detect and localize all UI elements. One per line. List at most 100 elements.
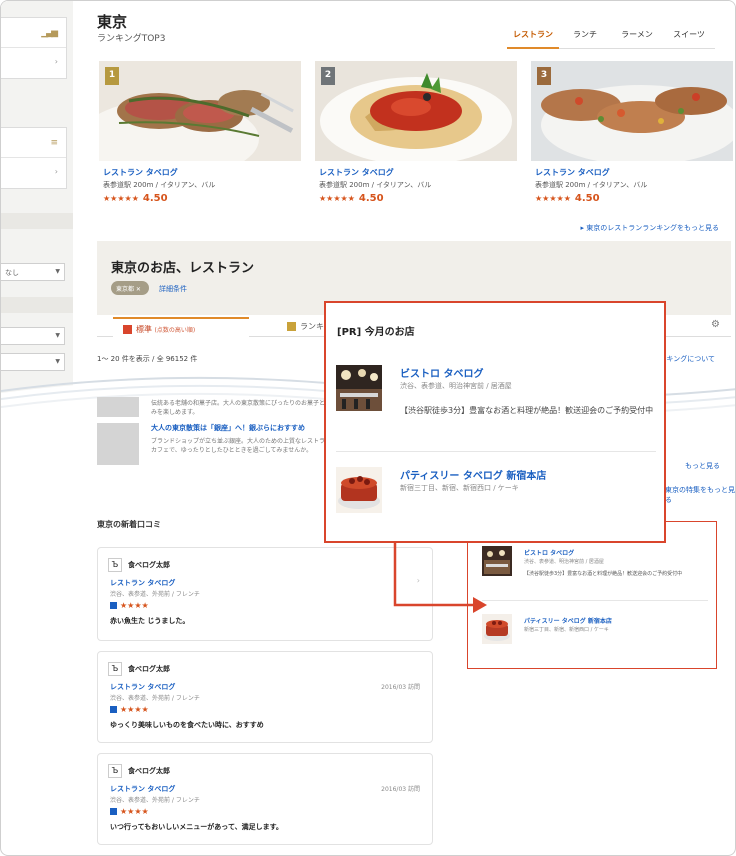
pr-box-small: ビストロ タベログ 渋谷、表参道、明治神宮前 / 居酒屋 【渋谷駅徒歩3分】豊富… <box>467 521 717 669</box>
check-icon <box>110 602 117 609</box>
sidebar-select-value: なし <box>5 269 19 277</box>
sidebar-select[interactable]: ▼ <box>1 327 65 345</box>
review-rating: ★★★★ <box>110 601 149 610</box>
pr-item-desc: 【渋谷駅徒歩3分】豊富なお酒と料理が絶品！歓送迎会のご予約受付中 <box>400 406 654 415</box>
ranking-cards: 1 レストラン タベログ 表参道駅 200m / イタリアン、バル ★★★★★ 4… <box>99 61 733 211</box>
star-rating-icon: ★★★★ <box>120 705 149 714</box>
list-item-title[interactable]: 大人の東京散策は「銀座」へ！銀ぶらにおすすめ <box>151 423 305 433</box>
review-shop[interactable]: レストラン タベログ <box>110 784 175 794</box>
thumbnail <box>97 423 139 465</box>
sidebar-box-2: ≡ › <box>1 127 67 189</box>
food-photo[interactable]: 1 <box>99 61 301 161</box>
restaurant-meta: 表参道駅 200m / イタリアン、バル <box>103 181 216 189</box>
sidebar-select[interactable]: ▼ <box>1 353 65 371</box>
filter-pill[interactable]: 東京都 ✕ <box>111 281 149 295</box>
food-photo[interactable]: 2 <box>315 61 517 161</box>
sidebar-row[interactable]: › <box>1 158 66 188</box>
more-ranking-link[interactable]: ▸ 東京のレストランランキングをもっと見る <box>580 223 719 233</box>
pr-small-name[interactable]: ビストロ タベログ <box>524 548 574 557</box>
ranking-card[interactable]: 3 レストラン タベログ 表参道駅 200m / イタリアン、バル ★★★★★ 4… <box>531 61 733 211</box>
rank-badge: 3 <box>537 67 551 85</box>
review-shop[interactable]: レストラン タベログ <box>110 578 175 588</box>
sidebar-band <box>1 213 73 229</box>
gear-icon[interactable]: ⚙ <box>711 319 720 330</box>
tab-standard-label: 標準 <box>136 325 152 334</box>
review-user[interactable]: 食べログ太郎 <box>128 560 170 570</box>
sidebar-select[interactable]: なし ▼ <box>1 263 65 281</box>
star-rating-icon: ★★★★★ <box>103 194 139 203</box>
rating: ★★★★★ 4.50 <box>535 193 600 204</box>
page-frame: ▁▃▅ › ≡ › なし ▼ ▼ ▼ 東京 ランキングTOP3 レストラン ラン… <box>0 0 736 856</box>
sidebar-band <box>1 297 73 313</box>
star-rating-icon: ★★★★ <box>120 601 149 610</box>
chevron-down-icon: ▼ <box>55 268 60 275</box>
star-rating-icon: ★★★★★ <box>319 194 355 203</box>
ranking-icon <box>287 322 296 331</box>
rating-score: 4.50 <box>358 193 384 204</box>
rank-badge: 2 <box>321 67 335 85</box>
rating-score: 4.50 <box>574 193 600 204</box>
sidebar-box-1: ▁▃▅ › <box>1 17 67 79</box>
sidebar: ▁▃▅ › ≡ › なし ▼ ▼ ▼ <box>1 1 73 393</box>
pr-item-name[interactable]: パティスリー タベログ 新宿本店 <box>400 467 546 482</box>
review-card[interactable]: Ъ 食べログ太郎 レストラン タベログ 渋谷、表参道、外苑前 / フレンチ › … <box>97 547 433 641</box>
shop-section-title: 東京のお店、レストラン <box>111 261 255 276</box>
tab-standard[interactable]: 標準 (点数の高い順) <box>113 317 249 337</box>
ranking-card[interactable]: 2 レストラン タベログ 表参道駅 200m / イタリアン、バル ★★★★★ 4… <box>315 61 517 211</box>
chevron-down-icon: ▼ <box>55 358 60 365</box>
restaurant-meta: 表参道駅 200m / イタリアン、バル <box>319 181 432 189</box>
review-card[interactable]: Ъ 食べログ太郎 レストラン タベログ 渋谷、表参道、外苑前 / フレンチ 20… <box>97 753 433 845</box>
avatar: Ъ <box>108 764 122 778</box>
restaurant-name[interactable]: レストラン タベログ <box>103 167 178 178</box>
restaurant-name[interactable]: レストラン タベログ <box>319 167 394 178</box>
chevron-right-icon: › <box>54 167 58 176</box>
star-rating-icon: ★★★★ <box>120 807 149 816</box>
category-tabs: レストラン ランチ ラーメン スイーツ <box>507 29 715 49</box>
reviews-heading: 東京の新着口コミ <box>97 520 161 529</box>
pr-item-meta: 新宿三丁目、新宿、新宿西口 / ケーキ <box>400 484 519 492</box>
cake-photo <box>336 467 382 513</box>
review-date: 2016/03 訪問 <box>381 684 420 691</box>
pr-small-name[interactable]: パティスリー タベログ 新宿本店 <box>524 616 612 625</box>
restaurant-name[interactable]: レストラン タベログ <box>535 167 610 178</box>
review-user[interactable]: 食べログ太郎 <box>128 664 170 674</box>
review-shop[interactable]: レストラン タベログ <box>110 682 175 692</box>
more-link[interactable]: もっと見る <box>685 461 720 471</box>
review-area: 渋谷、表参道、外苑前 / フレンチ <box>110 797 200 804</box>
review-rating: ★★★★ <box>110 705 149 714</box>
review-rating: ★★★★ <box>110 807 149 816</box>
pr-item-meta: 渋谷、表参道、明治神宮前 / 居酒屋 <box>400 382 512 390</box>
review-card[interactable]: Ъ 食べログ太郎 レストラン タベログ 渋谷、表参道、外苑前 / フレンチ 20… <box>97 651 433 743</box>
pr-popup: [PR] 今月のお店 ビストロ タベログ 渋谷、表参道、明治神宮前 / 居酒屋 … <box>324 301 666 543</box>
standard-icon <box>123 325 132 334</box>
rank-badge: 1 <box>105 67 119 85</box>
divider <box>482 600 708 601</box>
tab-restaurant[interactable]: レストラン <box>507 29 559 49</box>
review-user[interactable]: 食べログ太郎 <box>128 766 170 776</box>
review-text: ゆっくり美味しいものを食べたい時に、おすすめ <box>110 721 264 729</box>
tab-sweets[interactable]: スイーツ <box>663 29 715 49</box>
detail-conditions-link[interactable]: 詳細条件 <box>159 284 187 294</box>
rating: ★★★★★ 4.50 <box>319 193 384 204</box>
tab-ramen[interactable]: ラーメン <box>611 29 663 49</box>
list-item-text: ブランドショップが立ち並ぶ銀座。大人のための上質なレストランやカフェで、ゆったり… <box>151 438 338 454</box>
review-area: 渋谷、表参道、外苑前 / フレンチ <box>110 591 200 598</box>
restaurant-meta: 表参道駅 200m / イタリアン、バル <box>535 181 648 189</box>
ranking-subtitle: ランキングTOP3 <box>97 34 166 44</box>
food-photo[interactable]: 3 <box>531 61 733 161</box>
avatar: Ъ <box>108 662 122 676</box>
sidebar-row[interactable]: ▁▃▅ <box>1 18 66 48</box>
sidebar-row[interactable]: ≡ <box>1 128 66 158</box>
chevron-down-icon: ▼ <box>55 332 60 339</box>
chevron-right-icon: › <box>54 57 58 66</box>
pr-item-name[interactable]: ビストロ タベログ <box>400 365 483 380</box>
tab-lunch[interactable]: ランチ <box>559 29 611 49</box>
area-title: 東京 <box>97 13 128 31</box>
pr-title: [PR] 今月のお店 <box>337 327 415 338</box>
more-features-link[interactable]: 東京の特集をもっと見る <box>665 485 735 505</box>
pr-small-meta: 新宿三丁目、新宿、新宿西口 / ケーキ <box>524 627 609 633</box>
thumbnail <box>97 397 139 417</box>
tab-standard-note: (点数の高い順) <box>154 327 196 334</box>
ranking-card[interactable]: 1 レストラン タベログ 表参道駅 200m / イタリアン、バル ★★★★★ 4… <box>99 61 301 211</box>
sidebar-row[interactable]: › <box>1 48 66 78</box>
